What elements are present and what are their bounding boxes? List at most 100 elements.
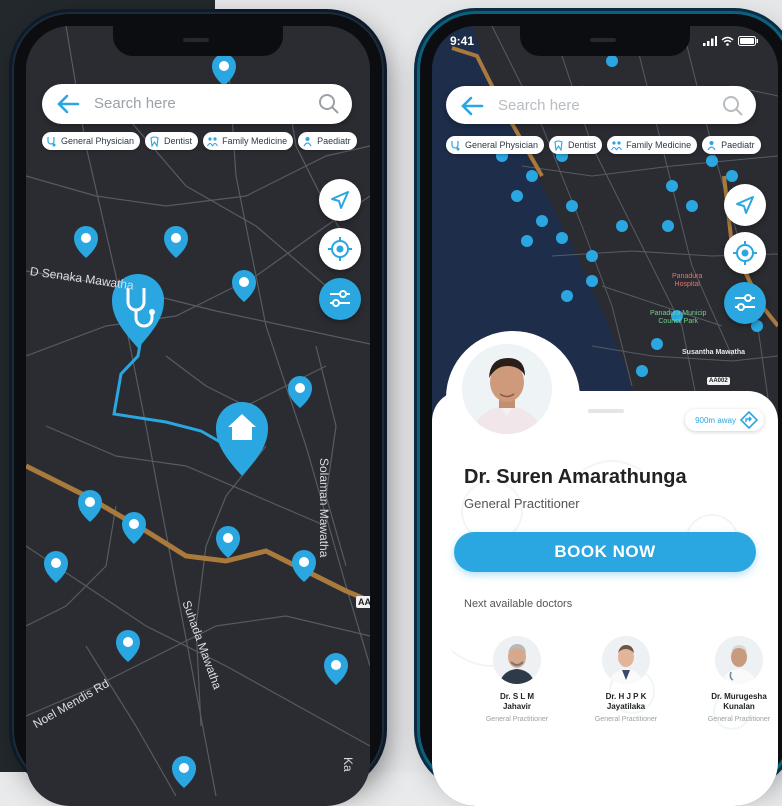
baby-icon: [303, 136, 312, 146]
doctor-name-line2: Jayatilaka: [606, 702, 646, 711]
clinic-pin: [216, 526, 240, 558]
search-icon[interactable]: [722, 95, 744, 117]
doctor-role: General Practitioner: [464, 496, 580, 511]
map-screen-left: D Senaka Mawatha Solaman Mawatha Suhada …: [26, 26, 370, 806]
family-icon: [207, 136, 219, 146]
clinic-pin: [78, 490, 102, 522]
sheet-grab-handle[interactable]: [588, 409, 624, 413]
chip-family-medicine[interactable]: Family Medicine: [607, 136, 698, 154]
doctor-name-line2: Kunalan: [723, 702, 755, 711]
back-arrow-icon[interactable]: [54, 90, 82, 118]
doctor-thumbnail: [602, 636, 650, 684]
chip-label: General Physician: [61, 136, 135, 146]
chip-general-physician[interactable]: General Physician: [42, 132, 141, 150]
chip-label: Dentist: [568, 140, 597, 150]
search-bar[interactable]: Search here: [42, 84, 352, 124]
navigate-button[interactable]: [724, 184, 766, 226]
search-icon[interactable]: [318, 93, 340, 115]
doctor-thumbnail: [715, 636, 763, 684]
doctor-role: General Practitioner: [707, 716, 771, 723]
highway-badge: AA(: [356, 596, 370, 608]
clinic-pin: [324, 653, 348, 685]
navigate-button[interactable]: [319, 179, 361, 221]
clinic-pin: [292, 550, 316, 582]
distance-text: 900m away: [695, 415, 736, 425]
road-label: Ka: [341, 757, 355, 772]
locate-icon: [733, 241, 757, 265]
next-doctor-card[interactable]: Dr. S L M Jahavir General Practitioner: [462, 636, 572, 723]
status-icons: [703, 36, 758, 46]
road-label: Solaman Mawatha: [317, 458, 331, 558]
clinic-pin: [116, 630, 140, 662]
map-label-park: Panadura Municip Council Park: [650, 310, 706, 326]
phone-right: 9:41 Panadura Hospital Panadura Municip …: [420, 14, 782, 806]
navigate-icon: [736, 196, 754, 214]
baby-icon: [707, 140, 716, 150]
doctor-name-line1: Dr. S L M: [499, 692, 535, 701]
directions-icon: [740, 411, 758, 429]
family-icon: [611, 140, 623, 150]
filter-icon: [735, 294, 755, 311]
chip-dentist[interactable]: Dentist: [549, 136, 603, 154]
back-arrow-icon[interactable]: [458, 92, 486, 120]
chip-label: Family Medicine: [626, 140, 692, 150]
chip-label: Family Medicine: [222, 136, 288, 146]
book-now-button[interactable]: BOOK NOW: [454, 532, 756, 572]
category-chips: General Physician Dentist Family Medicin…: [446, 136, 761, 154]
chip-label: Paediatr: [317, 136, 351, 146]
doctor-thumbnail: [493, 636, 541, 684]
next-doctor-card[interactable]: Dr. H J P K Jayatilaka General Practitio…: [571, 636, 681, 723]
clinic-pin: [212, 54, 236, 86]
chip-paediatrics[interactable]: Paediatr: [702, 136, 761, 154]
stethoscope-icon: [47, 136, 56, 146]
app-screen-right: 9:41 Panadura Hospital Panadura Municip …: [432, 26, 778, 806]
doctor-photo: [602, 636, 650, 684]
doctor-photo: [715, 636, 763, 684]
phone-notch: [113, 26, 283, 56]
search-bar[interactable]: Search here: [446, 86, 756, 124]
locate-me-button[interactable]: [724, 232, 766, 274]
chip-dentist[interactable]: Dentist: [145, 132, 199, 150]
next-doctor-card[interactable]: Dr. Murugesha Kunalan General Practition…: [684, 636, 778, 723]
distance-badge[interactable]: 900m away: [685, 409, 764, 431]
doctor-photo: [493, 636, 541, 684]
map-label-road: Susantha Mawatha: [682, 349, 746, 356]
clinic-pin: [164, 226, 188, 258]
chip-label: Paediatr: [721, 140, 755, 150]
tooth-icon: [150, 135, 159, 147]
clinic-pin: [172, 756, 196, 788]
filter-button[interactable]: [724, 282, 766, 324]
battery-icon: [738, 36, 758, 46]
wifi-icon: [721, 36, 734, 46]
search-input[interactable]: Search here: [498, 97, 580, 114]
filter-icon: [330, 290, 350, 307]
locate-icon: [328, 237, 352, 261]
signal-icon: [703, 36, 717, 46]
clinic-pin: [44, 551, 68, 583]
chip-paediatrics[interactable]: Paediatr: [298, 132, 357, 150]
clinic-pin: [122, 512, 146, 544]
doctor-avatar: [462, 344, 552, 434]
doctor-name-line1: Dr. Murugesha: [711, 692, 767, 701]
navigate-icon: [331, 191, 349, 209]
chip-label: Dentist: [164, 136, 193, 146]
highway-badge: AA002: [707, 377, 730, 385]
category-chips: General Physician Dentist Family Medicin…: [42, 132, 357, 150]
stethoscope-icon: [451, 140, 460, 150]
filter-button[interactable]: [319, 278, 361, 320]
home-location-pin: [216, 402, 268, 476]
clinic-pin: [74, 226, 98, 258]
status-time: 9:41: [450, 34, 475, 48]
tooth-icon: [554, 139, 563, 151]
next-available-title: Next available doctors: [464, 598, 573, 610]
doctor-name: Dr. Suren Amarathunga: [464, 466, 687, 488]
chip-general-physician[interactable]: General Physician: [446, 136, 545, 154]
doctor-role: General Practitioner: [594, 716, 658, 723]
search-input[interactable]: Search here: [94, 95, 176, 112]
chip-family-medicine[interactable]: Family Medicine: [203, 132, 294, 150]
map-label-text: Panadura Municip Council Park: [650, 310, 707, 325]
map-label-hospital: Panadura Hospital: [672, 273, 702, 289]
doctor-name-line2: Jahavir: [502, 702, 532, 711]
locate-me-button[interactable]: [319, 228, 361, 270]
phone-notch: [520, 26, 690, 56]
